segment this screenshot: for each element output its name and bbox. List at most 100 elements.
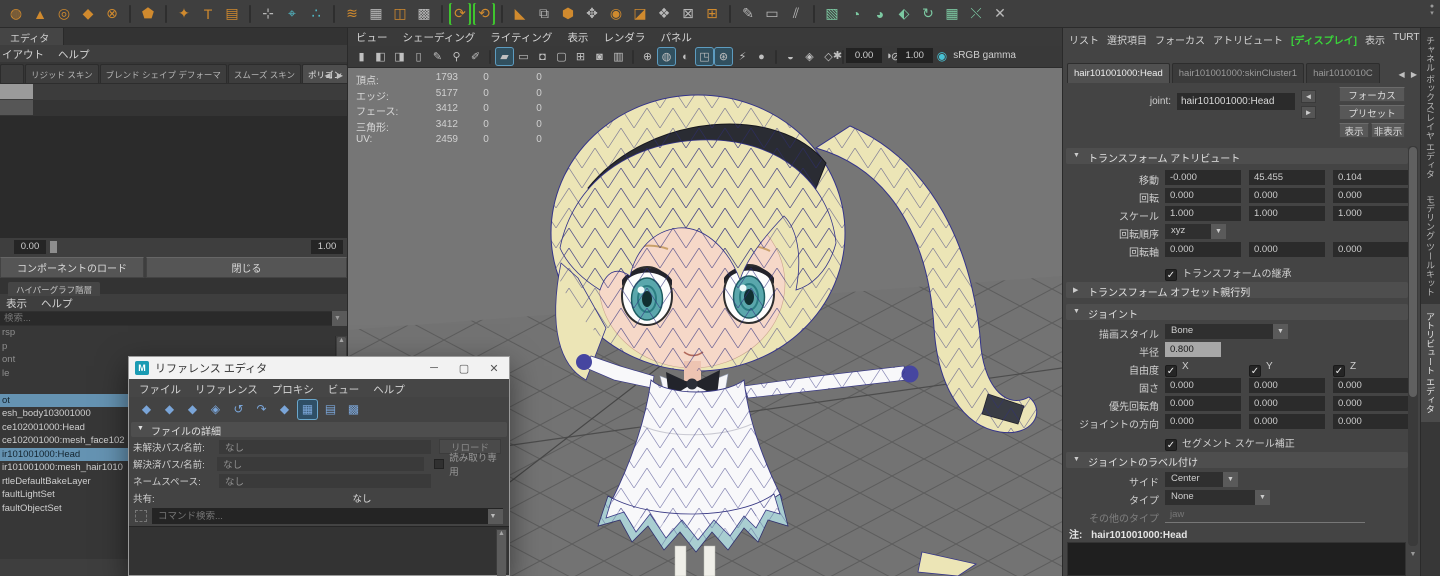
shelf-tool-icon[interactable]: ◆ <box>77 3 99 25</box>
menu-item[interactable]: ライティング <box>490 30 552 46</box>
menu-item[interactable]: 表示 <box>1365 32 1385 50</box>
shelf-tool-icon[interactable] <box>165 5 167 23</box>
show-button[interactable]: 表示 <box>1339 123 1369 138</box>
shelf-tool-icon[interactable]: ▲ <box>29 3 51 25</box>
close-icon[interactable]: ✕ <box>479 362 509 375</box>
rotate-y-field[interactable] <box>1249 188 1325 203</box>
joint-labelling-section-header[interactable]: ジョイントのラベル付け <box>1066 452 1408 468</box>
shelf-tool-icon[interactable] <box>441 5 443 23</box>
translate-y-field[interactable] <box>1249 170 1325 185</box>
chevron-down-icon[interactable]: ▼ <box>488 509 503 524</box>
scale-x-field[interactable] <box>1165 206 1241 221</box>
menu-item[interactable]: レンダラ <box>603 30 645 46</box>
minimize-icon[interactable]: ─ <box>419 362 449 374</box>
shelf-tool-icon[interactable]: ⊗ <box>101 3 123 25</box>
menu-item[interactable]: イアウト <box>2 47 44 62</box>
menu-item[interactable]: リファレンス <box>195 382 258 397</box>
viewport-tool-icon[interactable] <box>775 50 777 64</box>
reference-tool-icon[interactable]: ▦ <box>298 400 317 419</box>
dof-y-checkbox[interactable] <box>1249 365 1261 377</box>
menu-item[interactable]: フォーカス <box>1155 32 1205 50</box>
menu-item[interactable]: 選択項目 <box>1107 32 1147 50</box>
preset-button[interactable]: プリセット <box>1339 105 1405 120</box>
shelf-tool-icon[interactable]: ◪ <box>629 3 651 25</box>
dof-z-checkbox[interactable] <box>1333 365 1345 377</box>
exposure-icon[interactable]: ✱ <box>833 49 842 62</box>
shelf-tool-icon[interactable]: ↻ <box>917 3 939 25</box>
shelf-tool-icon[interactable]: ✦ <box>173 3 195 25</box>
viewport-tool-icon[interactable]: ⊕ <box>639 48 656 65</box>
transform-section-header[interactable]: トランスフォーム アトリビュート <box>1066 148 1408 164</box>
menu-item[interactable]: ビュー <box>356 30 388 46</box>
shelf-tool-icon[interactable]: ◫ <box>389 3 411 25</box>
shelf-tool-icon[interactable]: ⫽ <box>785 3 807 25</box>
menu-item[interactable]: ヘルプ <box>41 296 73 311</box>
viewport-tool-icon[interactable]: ◘ <box>534 48 551 65</box>
range-max-value[interactable]: 1.00 <box>311 240 343 254</box>
reference-tool-icon[interactable]: ▤ <box>321 400 340 419</box>
dof-x-checkbox[interactable] <box>1165 365 1177 377</box>
shelf-tool-icon[interactable]: ⬟ <box>137 3 159 25</box>
shelf-tool-icon[interactable]: ◉ <box>605 3 627 25</box>
sidebar-panel-tab[interactable]: アトリビュート エディタ <box>1421 304 1440 422</box>
shelf-tool-icon[interactable]: ⟳ <box>449 3 471 25</box>
reference-tool-icon[interactable]: ◆ <box>275 400 294 419</box>
new-tab-icon[interactable]: ► <box>1301 106 1316 119</box>
shelf-tool-icon[interactable]: ◕ <box>869 3 891 25</box>
shelf-tool-icon[interactable]: ⊠ <box>677 3 699 25</box>
radius-field[interactable] <box>1165 342 1221 357</box>
preferred-angle-x-field[interactable] <box>1165 396 1241 411</box>
shelf-tool-icon[interactable]: ∴ <box>305 3 327 25</box>
component-editor-sheet[interactable] <box>0 116 347 238</box>
preferred-angle-z-field[interactable] <box>1333 396 1409 411</box>
viewport-tool-icon[interactable]: ▥ <box>610 48 627 65</box>
viewport-tool-icon[interactable]: ◈ <box>801 48 818 65</box>
shelf-tool-icon[interactable]: ▤ <box>221 3 243 25</box>
joint-section-header[interactable]: ジョイント <box>1066 304 1408 320</box>
resolved-path-field[interactable] <box>217 457 424 471</box>
component-editor-tab[interactable]: リジッド スキン <box>25 64 99 83</box>
shelf-tool-icon[interactable]: ◔ <box>845 3 867 25</box>
menu-item[interactable]: 表示 <box>567 30 588 46</box>
shelf-tool-icon[interactable]: ≋ <box>341 3 363 25</box>
stiffness-x-field[interactable] <box>1165 378 1241 393</box>
list-item[interactable]: p <box>0 340 347 354</box>
shelf-tool-icon[interactable]: ▭ <box>761 3 783 25</box>
joint-orient-z-field[interactable] <box>1333 414 1409 429</box>
inherits-transform-checkbox[interactable] <box>1165 269 1177 281</box>
menu-item[interactable]: [ディスプレイ] <box>1291 32 1357 50</box>
rotate-axis-z-field[interactable] <box>1333 242 1409 257</box>
rotate-axis-x-field[interactable] <box>1165 242 1241 257</box>
viewport-tool-icon[interactable]: ▮ <box>353 48 370 65</box>
component-editor-window-tab[interactable]: エディタ <box>0 28 64 45</box>
close-button[interactable]: 閉じる <box>146 257 347 278</box>
shelf-tool-icon[interactable]: ◍ <box>5 3 27 25</box>
shelf-tool-icon[interactable]: ▧ <box>821 3 843 25</box>
shelf-tool-icon[interactable] <box>333 5 335 23</box>
component-editor-tab[interactable] <box>0 64 24 83</box>
sidebar-panel-tab[interactable]: モデリング ツールキット <box>1421 187 1440 305</box>
viewport-tool-icon[interactable]: ◨ <box>391 48 408 65</box>
exposure-field[interactable]: 0.00 <box>846 48 882 63</box>
attribute-editor-scrollbar[interactable]: ▼ <box>1408 146 1418 546</box>
scale-z-field[interactable] <box>1333 206 1409 221</box>
colorspace-label[interactable]: sRGB gamma <box>953 50 1016 61</box>
menu-item[interactable]: ビュー <box>328 382 360 397</box>
viewport-tool-icon[interactable]: ✎ <box>429 48 446 65</box>
reference-tool-icon[interactable]: ▩ <box>344 400 363 419</box>
search-input[interactable] <box>0 313 332 324</box>
shelf-tool-icon[interactable]: ⟲ <box>473 3 495 25</box>
viewport-tool-icon[interactable] <box>632 50 634 64</box>
shelf-tool-icon[interactable]: ✕ <box>989 3 1011 25</box>
joint-name-field[interactable] <box>1177 93 1295 110</box>
shelf-tool-icon[interactable]: ⧉ <box>533 3 555 25</box>
viewport-tool-icon[interactable] <box>489 50 491 64</box>
shelf-tool-icon[interactable]: ▦ <box>365 3 387 25</box>
viewport-tool-icon[interactable]: ⚲ <box>448 48 465 65</box>
side-dropdown[interactable]: Center ▼ <box>1165 472 1238 487</box>
menu-item[interactable]: アトリビュート <box>1213 32 1283 50</box>
shelf-tool-icon[interactable]: ✥ <box>581 3 603 25</box>
shelf-tool-icon[interactable]: ◎ <box>53 3 75 25</box>
shelf-tool-icon[interactable]: ⌖ <box>281 3 303 25</box>
menu-item[interactable]: プロキシ <box>272 382 314 397</box>
